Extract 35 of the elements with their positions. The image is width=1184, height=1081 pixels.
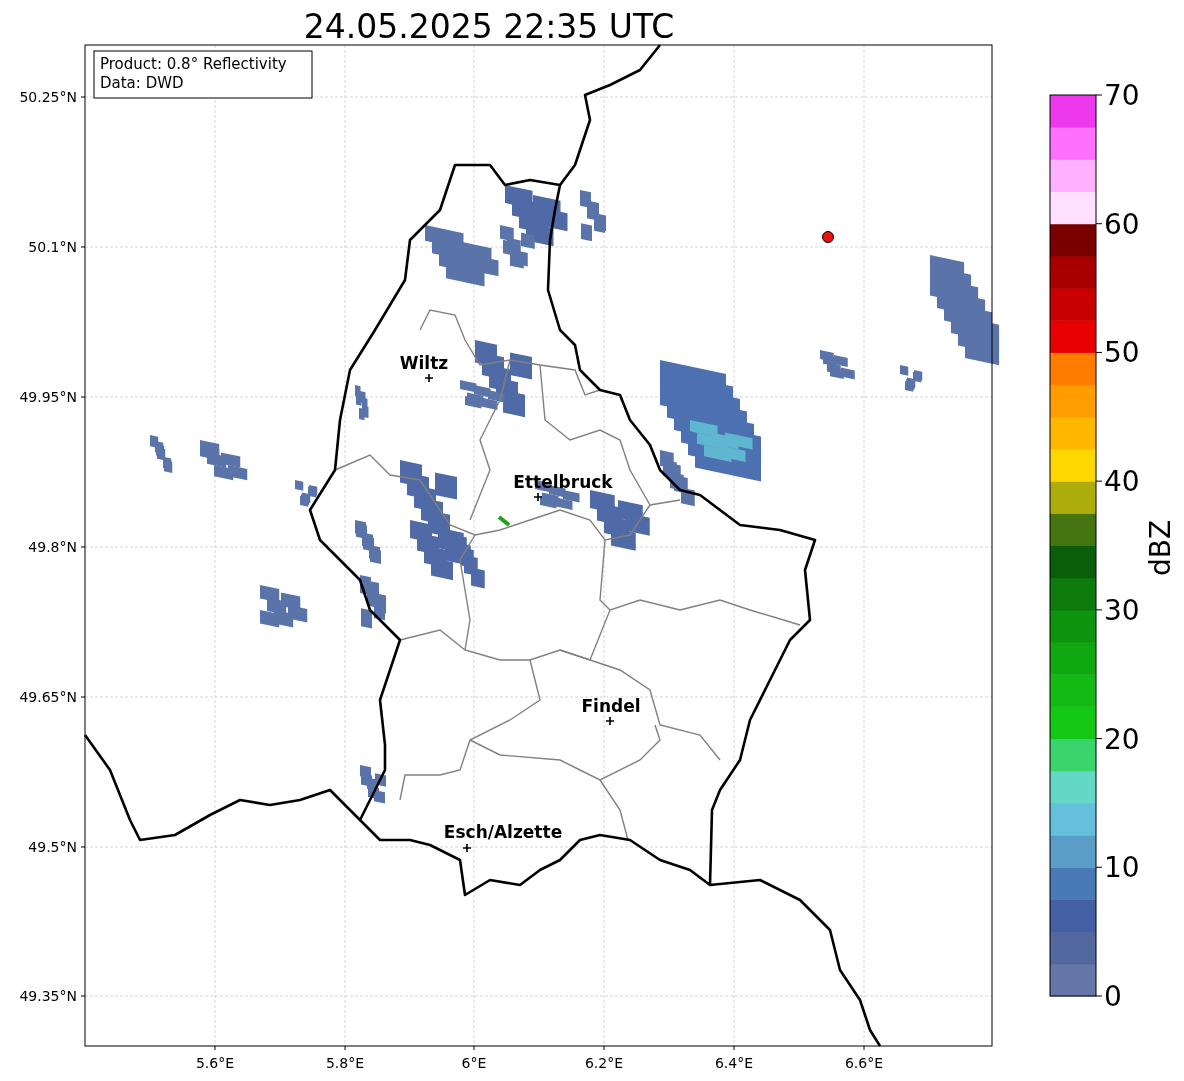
- y-axis-label: 50.25°N: [19, 89, 77, 105]
- x-axis-label: 6.6°E: [844, 1055, 884, 1071]
- info-text: Product: 0.8° Reflectivity: [100, 55, 287, 73]
- x-axis-label: 5.6°E: [195, 1055, 235, 1071]
- y-axis-label: 49.65°N: [19, 689, 77, 705]
- colorbar-tick-label: 0: [1104, 980, 1122, 1013]
- colorbar-label: dBZ: [1144, 519, 1177, 577]
- place-label: Wiltz: [399, 353, 449, 373]
- colorbar-tick-label: 70: [1104, 79, 1140, 112]
- y-axis-label: 49.5°N: [28, 839, 77, 855]
- location-dot: [822, 231, 834, 243]
- x-axis-label: 6.4°E: [714, 1055, 754, 1071]
- x-axis-label: 5.8°E: [325, 1055, 365, 1071]
- place-label: Esch/Alzette: [443, 822, 563, 842]
- colorbar-tick-label: 40: [1104, 465, 1140, 499]
- colorbar-tick-label: 20: [1104, 722, 1140, 756]
- y-axis-label: 49.8°N: [28, 539, 77, 555]
- city-marker-icon: [424, 373, 434, 383]
- place-label: Findel: [581, 696, 641, 716]
- city-marker-icon: [605, 716, 615, 726]
- x-axis-label: 6°E: [461, 1055, 487, 1071]
- x-axis-label: 6.2°E: [584, 1055, 624, 1071]
- colorbar-tick-label: 60: [1104, 207, 1140, 241]
- info-text: Data: DWD: [100, 74, 184, 92]
- colorbar-tick-label: 30: [1104, 593, 1140, 627]
- chart-title: 24.05.2025 22:35 UTC: [303, 7, 675, 46]
- y-axis-label: 50.1°N: [28, 239, 77, 255]
- y-axis-label: 49.35°N: [19, 988, 77, 1004]
- city-marker-icon: [533, 492, 543, 502]
- place-label: Ettelbruck: [513, 472, 613, 492]
- radar-echo-mark: [497, 515, 511, 527]
- colorbar-tick-label: 10: [1104, 851, 1140, 885]
- colorbar-tick-label: 50: [1104, 336, 1140, 370]
- y-axis-label: 49.95°N: [19, 389, 77, 405]
- city-marker-icon: [462, 843, 472, 853]
